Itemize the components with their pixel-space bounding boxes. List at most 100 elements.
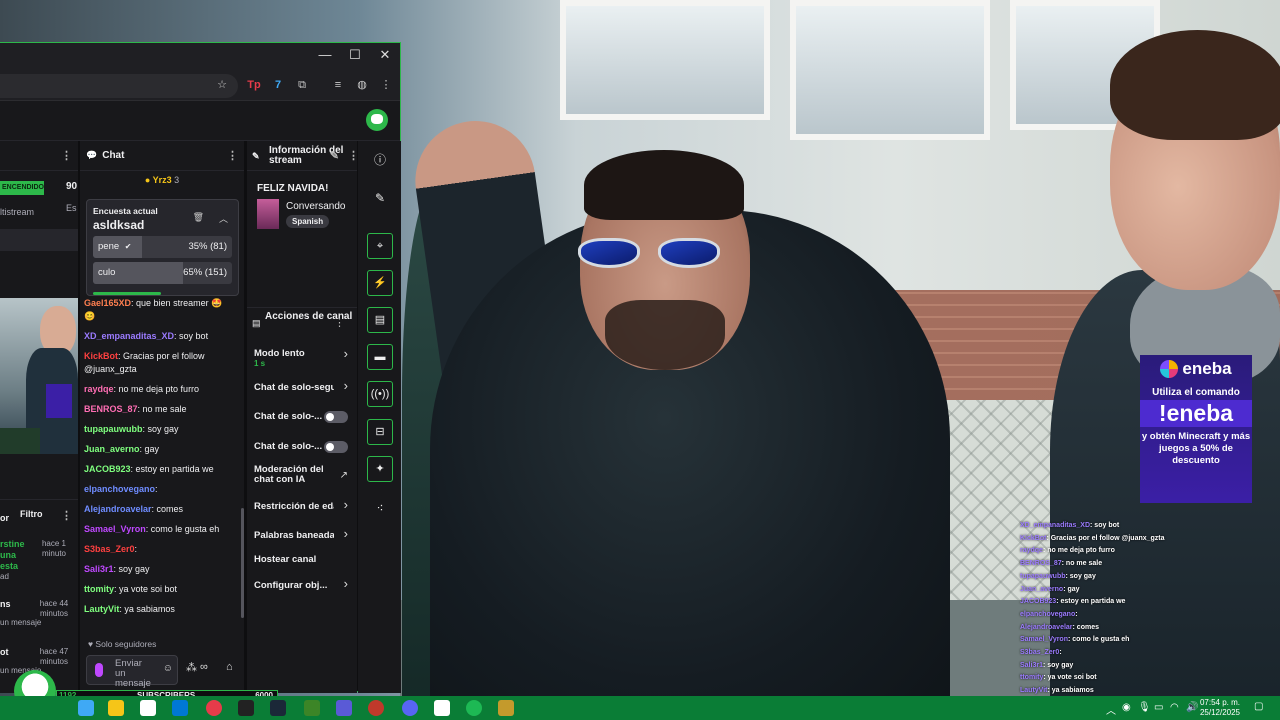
extension-tp-icon[interactable]: Tp [246, 77, 262, 93]
chat-username[interactable]: Alejandroavelar [84, 504, 152, 514]
volume-icon[interactable]: 🔊 [1186, 702, 1198, 713]
mic-icon[interactable] [95, 663, 103, 677]
chat-username[interactable]: ttomity [84, 584, 114, 594]
app-icon-steam[interactable] [270, 700, 286, 716]
clip-icon[interactable]: ⌖ [367, 233, 393, 259]
maximize-icon[interactable]: ☐ [340, 47, 370, 63]
sub-chat-toggle[interactable] [324, 411, 348, 423]
puzzle-icon[interactable]: ⧉ [294, 77, 310, 93]
chat-message[interactable]: Samael_Vyron: como le gusta eh [84, 523, 234, 536]
wifi-icon[interactable]: ◠ [1170, 702, 1179, 713]
action-emote-chat[interactable]: Chat de solo-... [254, 441, 354, 453]
notification-icon[interactable]: ▢ [1254, 701, 1263, 712]
clock[interactable]: 07:54 p. m. 25/12/2025 [1200, 698, 1240, 718]
pencil-icon[interactable]: ✎ [367, 187, 393, 209]
points-icon[interactable]: ⁂ [186, 661, 197, 674]
media-icon[interactable]: ≡ [330, 77, 346, 93]
chat-bubble-icon[interactable]: ▬ [367, 344, 393, 370]
chat-username[interactable]: LautyVit [84, 604, 119, 614]
chat-message[interactable]: Sali3r1: soy gay [84, 563, 234, 576]
action-slow-mode[interactable]: Modo lento 1 s › [254, 347, 354, 369]
chat-message[interactable]: Gael165XD: que bien streamer 🤩 😊 [84, 297, 234, 323]
app-icon-opera[interactable] [368, 700, 384, 716]
chat-username[interactable]: KickBot [84, 351, 118, 361]
chat-message[interactable]: raydqe: no me deja pto furro [84, 383, 234, 396]
action-configure-goals[interactable]: Configurar obj... › [254, 577, 354, 591]
chevron-up-icon[interactable]: ︿ [1106, 702, 1116, 717]
app-icon-notion[interactable] [434, 700, 450, 716]
overview-more-icon[interactable]: ⋮ [61, 149, 72, 162]
app-icon-chrome[interactable] [206, 700, 222, 716]
app-icon-obs[interactable] [238, 700, 254, 716]
emote-chat-toggle[interactable] [324, 441, 348, 453]
action-age-restriction[interactable]: Restricción de eda › [254, 498, 354, 512]
chat-username[interactable]: tupapauwubb [84, 424, 143, 434]
chevron-up-icon[interactable]: ︿ [219, 212, 228, 225]
pinned-user[interactable]: ● Yrz3 3 [80, 175, 244, 185]
chat-more-icon[interactable]: ⋮ [227, 149, 238, 162]
chat-message[interactable]: Juan_averno: gay [84, 443, 234, 456]
chat-username[interactable]: elpanchovegano [84, 484, 155, 494]
chat-username[interactable]: BENROS_87 [84, 404, 138, 414]
document-icon[interactable]: ▤ [367, 307, 393, 333]
app-icon-discord[interactable] [402, 700, 418, 716]
app-icon-minecraft[interactable] [304, 700, 320, 716]
actions-more-icon[interactable]: ⋮ [334, 316, 345, 329]
app-icon-store[interactable] [140, 700, 156, 716]
chat-username[interactable]: S3bas_Zer0 [84, 544, 135, 554]
chat-username[interactable]: XD_empanaditas_XD [84, 331, 174, 341]
infinity-icon[interactable]: ∞ [200, 661, 208, 673]
menu-icon[interactable]: ⋮ [378, 77, 394, 93]
stream-preview[interactable] [0, 298, 78, 454]
address-bar[interactable] [0, 74, 238, 98]
minimize-icon[interactable]: — [310, 47, 340, 62]
chat-username[interactable]: JACOB923 [84, 464, 131, 474]
chat-input[interactable]: Enviar un mensaje ☺ [86, 655, 178, 689]
broadcast-icon[interactable]: ((•)) [367, 381, 393, 407]
chat-message[interactable]: Alejandroavelar: comes [84, 503, 234, 516]
emoji-icon[interactable]: ☺ [163, 663, 173, 674]
language-tag[interactable]: Spanish [286, 215, 330, 228]
app-icon-edge[interactable] [78, 700, 94, 716]
filter-button[interactable]: Filtro [20, 509, 43, 519]
chat-message[interactable]: tupapauwubb: soy gay [84, 423, 234, 436]
chat-username[interactable]: Sali3r1 [84, 564, 114, 574]
app-icon-spotify[interactable] [466, 700, 482, 716]
mic-tray-icon[interactable]: 🎙 [1138, 702, 1151, 713]
action-host-channel[interactable]: Hostear canal [254, 555, 354, 565]
action-ai-moderation[interactable]: Moderación del chat con IA ↗ [254, 465, 354, 485]
trash-icon[interactable]: 🗑 [193, 212, 204, 223]
chat-message[interactable]: XD_empanaditas_XD: soy bot [84, 330, 234, 343]
app-icon-tool[interactable] [498, 700, 514, 716]
chat-message[interactable]: JACOB923: estoy en partida we [84, 463, 234, 476]
chat-username[interactable]: raydqe [84, 384, 114, 394]
chat-username[interactable]: Juan_averno [84, 444, 140, 454]
network-icon[interactable]: ◉ [1122, 702, 1131, 713]
display-icon[interactable]: ▭ [1154, 702, 1163, 713]
profile-icon[interactable]: ◍ [354, 77, 370, 93]
star-icon[interactable]: ☆ [214, 77, 230, 93]
chat-message[interactable]: LautyVit: ya sabiamos [84, 603, 234, 616]
info-icon[interactable]: ⓘ [367, 149, 393, 171]
layout-icon[interactable]: ⊟ [367, 419, 393, 445]
chat-message[interactable]: KickBot: Gracias por el follow @juanx_gz… [84, 350, 234, 376]
chat-message[interactable]: S3bas_Zer0: [84, 543, 234, 556]
extension-7tv-icon[interactable]: 7 [270, 77, 286, 93]
avatar[interactable] [366, 109, 388, 131]
chat-message[interactable]: elpanchovegano: [84, 483, 234, 496]
chat-username[interactable]: Samael_Vyron [84, 524, 146, 534]
chat-message[interactable]: ttomity: ya vote soi bot [84, 583, 234, 596]
action-sub-chat[interactable]: Chat de solo-... [254, 411, 354, 423]
lightning-icon[interactable]: ⚡ [367, 270, 393, 296]
wrench-icon[interactable]: ✦ [367, 456, 393, 482]
chat-scrollbar[interactable] [241, 508, 244, 618]
action-followers-chat[interactable]: Chat de solo-segu › [254, 379, 354, 393]
store-icon[interactable]: ⌂ [226, 661, 233, 673]
activity-more-icon[interactable]: ⋮ [61, 509, 72, 522]
chat-message[interactable]: BENROS_87: no me sale [84, 403, 234, 416]
app-icon-editor[interactable] [336, 700, 352, 716]
close-icon[interactable]: ✕ [370, 47, 400, 63]
folder-icon[interactable] [108, 700, 124, 716]
chat-username[interactable]: Gael165XD [84, 298, 131, 308]
action-banned-words[interactable]: Palabras baneada › [254, 527, 354, 541]
